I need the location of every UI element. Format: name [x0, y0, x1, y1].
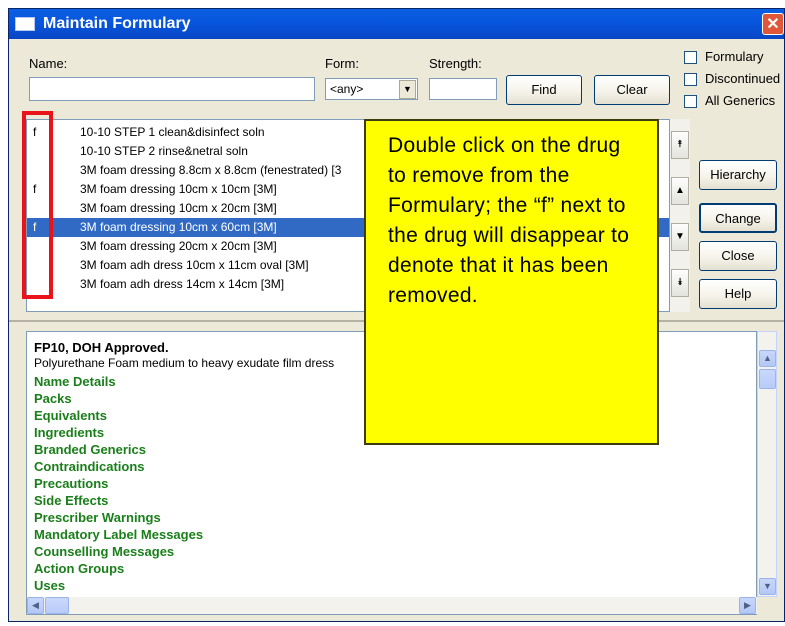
link-mandatory-label-messages[interactable]: Mandatory Label Messages: [34, 527, 203, 542]
drug-name: 3M foam adh dress 10cm x 11cm oval [3M]: [80, 258, 309, 272]
help-button[interactable]: Help: [699, 279, 777, 309]
find-button[interactable]: Find: [506, 75, 582, 105]
drug-name: 10-10 STEP 1 clean&disinfect soln: [80, 125, 265, 139]
window-icon: [15, 17, 35, 31]
close-window-button[interactable]: ✕: [762, 13, 784, 35]
link-ingredients[interactable]: Ingredients: [34, 425, 104, 440]
link-uses[interactable]: Uses: [34, 578, 65, 593]
link-contraindications[interactable]: Contraindications: [34, 459, 145, 474]
strength-input[interactable]: [429, 78, 497, 100]
scroll-thumb[interactable]: [759, 369, 776, 389]
window-title: Maintain Formulary: [43, 15, 191, 32]
name-input[interactable]: [29, 77, 315, 101]
drug-name: 3M foam dressing 10cm x 20cm [3M]: [80, 201, 277, 215]
scroll-down-button[interactable]: ▼: [759, 578, 776, 595]
down-arrow-icon: ▼: [763, 581, 772, 591]
scroll-thumb[interactable]: [45, 597, 69, 614]
up-arrow-icon: ▲: [763, 353, 772, 363]
formulary-flag-highlight: [22, 111, 53, 299]
scroll-up-button[interactable]: ▲: [759, 350, 776, 367]
drug-name: 3M foam adh dress 14cm x 14cm [3M]: [80, 277, 285, 291]
name-label: Name:: [29, 56, 68, 71]
hierarchy-button[interactable]: Hierarchy: [699, 160, 777, 190]
left-arrow-icon: ◀: [32, 600, 39, 610]
up-arrow-icon: ▲: [675, 185, 685, 196]
link-action-groups[interactable]: Action Groups: [34, 561, 124, 576]
link-equivalents[interactable]: Equivalents: [34, 408, 107, 423]
drug-name: 3M foam dressing 10cm x 10cm [3M]: [80, 182, 277, 196]
discontinued-checkbox-label: Discontinued: [705, 71, 781, 86]
change-button[interactable]: Change: [699, 203, 777, 233]
scroll-right-button[interactable]: ▶: [739, 597, 756, 614]
link-side-effects[interactable]: Side Effects: [34, 493, 108, 508]
details-vertical-scrollbar[interactable]: ▲ ▼: [757, 331, 777, 597]
scroll-down-button[interactable]: ▼: [671, 223, 689, 251]
clear-button[interactable]: Clear: [594, 75, 670, 105]
link-name-details[interactable]: Name Details: [34, 374, 116, 389]
link-packs[interactable]: Packs: [34, 391, 72, 406]
link-counselling-messages[interactable]: Counselling Messages: [34, 544, 174, 559]
drug-list-scrollbar[interactable]: ⯭ ▲ ▼ ⯯: [670, 119, 690, 312]
scroll-top-button[interactable]: ⯭: [671, 131, 689, 159]
title-bar[interactable]: Maintain Formulary ✕: [9, 9, 784, 39]
strength-label: Strength:: [429, 56, 482, 71]
double-up-arrow-icon: ⯭: [677, 139, 683, 150]
close-button[interactable]: Close: [699, 241, 777, 271]
link-prescriber-warnings[interactable]: Prescriber Warnings: [34, 510, 161, 525]
double-down-arrow-icon: ⯯: [677, 277, 683, 288]
all-generics-checkbox[interactable]: [684, 95, 697, 108]
scroll-up-button[interactable]: ▲: [671, 177, 689, 205]
scroll-bottom-button[interactable]: ⯯: [671, 269, 689, 297]
link-branded-generics[interactable]: Branded Generics: [34, 442, 146, 457]
formulary-checkbox-label: Formulary: [705, 49, 764, 64]
right-arrow-icon: ▶: [744, 600, 751, 610]
details-title: FP10, DOH Approved.: [34, 340, 169, 355]
form-label: Form:: [325, 56, 359, 71]
form-select[interactable]: <any> ▼: [325, 78, 418, 100]
details-description: Polyurethane Foam medium to heavy exudat…: [34, 356, 335, 370]
form-select-value: <any>: [330, 82, 364, 96]
drug-name: 3M foam dressing 10cm x 60cm [3M]: [80, 220, 277, 234]
details-horizontal-scrollbar[interactable]: ◀ ▶: [27, 597, 757, 614]
all-generics-checkbox-label: All Generics: [705, 93, 776, 108]
close-icon: ✕: [766, 16, 780, 33]
link-precautions[interactable]: Precautions: [34, 476, 108, 491]
down-arrow-icon: ▼: [675, 231, 685, 242]
discontinued-checkbox[interactable]: [684, 73, 697, 86]
scroll-left-button[interactable]: ◀: [27, 597, 44, 614]
chevron-down-icon[interactable]: ▼: [399, 80, 416, 99]
drug-name: 10-10 STEP 2 rinse&netral soln: [80, 144, 248, 158]
instruction-callout: Double click on the drug to remove from …: [364, 119, 659, 445]
drug-name: 3M foam dressing 20cm x 20cm [3M]: [80, 239, 277, 253]
formulary-checkbox[interactable]: [684, 51, 697, 64]
drug-name: 3M foam dressing 8.8cm x 8.8cm (fenestra…: [80, 163, 342, 177]
